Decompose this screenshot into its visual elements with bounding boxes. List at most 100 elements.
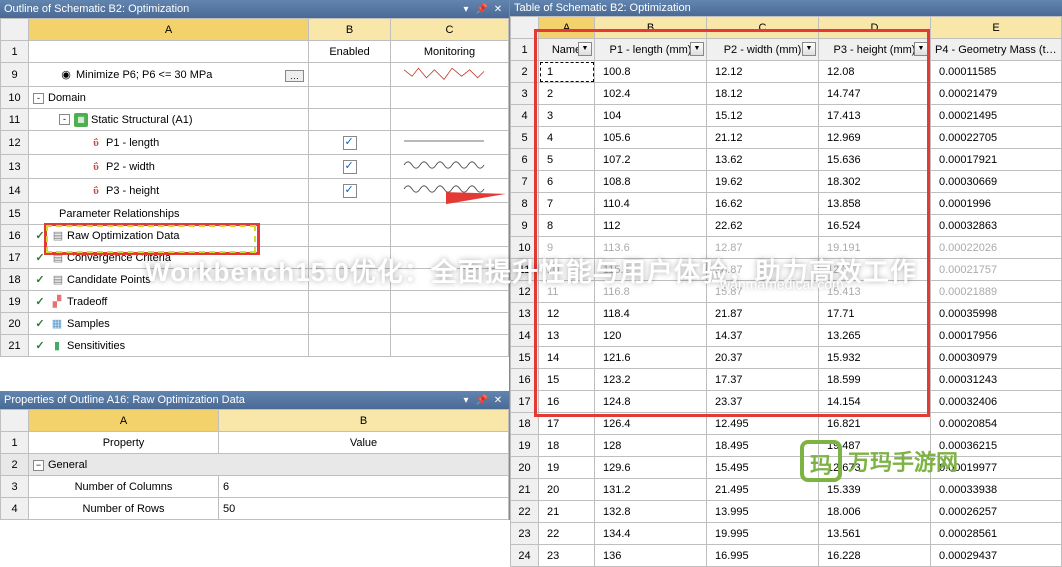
cell-name[interactable]: 1: [539, 61, 595, 83]
filter-icon[interactable]: ▼: [802, 42, 816, 56]
outline-cell[interactable]: ✓▦Samples: [29, 313, 309, 335]
cell-p2[interactable]: 22.62: [707, 215, 819, 237]
table-row[interactable]: 65107.213.6215.6360.00017921: [511, 149, 1062, 171]
checkbox[interactable]: [343, 184, 357, 198]
cell-p4[interactable]: 0.00032406: [931, 391, 1062, 413]
cell-p4[interactable]: 0.00011585: [931, 61, 1062, 83]
col-B[interactable]: B: [309, 19, 391, 41]
cell-p1[interactable]: 113.6: [595, 237, 707, 259]
cell-p3[interactable]: 18.599: [819, 369, 931, 391]
cell-p2[interactable]: 12.87: [707, 237, 819, 259]
outline-row[interactable]: 14ΰP3 - height: [1, 179, 509, 203]
cell-p3[interactable]: 12.969: [819, 127, 931, 149]
outline-row[interactable]: 15Parameter Relationships: [1, 203, 509, 225]
cell-p3[interactable]: 15.636: [819, 149, 931, 171]
outline-cell[interactable]: -▦Static Structural (A1): [29, 109, 309, 131]
collapse-icon[interactable]: −: [33, 460, 44, 471]
enabled-cell[interactable]: [309, 109, 391, 131]
outline-row[interactable]: 17✓▤Convergence Criteria: [1, 247, 509, 269]
header-p2[interactable]: P2 - width (mm)▼: [707, 39, 819, 61]
cell-p2[interactable]: 19.62: [707, 171, 819, 193]
cell-p2[interactable]: 12.12: [707, 61, 819, 83]
cell-name[interactable]: 11: [539, 281, 595, 303]
header-p1[interactable]: P1 - length (mm)▼: [595, 39, 707, 61]
cell-p4[interactable]: 0.00019977: [931, 457, 1062, 479]
cell-p2[interactable]: 20.37: [707, 347, 819, 369]
cell-p1[interactable]: 121.6: [595, 347, 707, 369]
cell-p1[interactable]: 134.4: [595, 523, 707, 545]
cell-name[interactable]: 5: [539, 149, 595, 171]
cell-p1[interactable]: 116.8: [595, 281, 707, 303]
cell-p4[interactable]: 0.00030669: [931, 171, 1062, 193]
cell-p1[interactable]: 124.8: [595, 391, 707, 413]
table-row[interactable]: 2019129.615.49512.6730.00019977: [511, 457, 1062, 479]
cell-p2[interactable]: 12.495: [707, 413, 819, 435]
properties-dropdown-icon[interactable]: ▾: [459, 393, 473, 407]
cell-p3[interactable]: 19.191: [819, 237, 931, 259]
table-row[interactable]: 141312014.3713.2650.00017956: [511, 325, 1062, 347]
general-group-row[interactable]: 2 −General: [1, 454, 509, 476]
outline-cell[interactable]: -Domain: [29, 87, 309, 109]
cell-p4[interactable]: 0.00020854: [931, 413, 1062, 435]
table-row[interactable]: 1211116.815.8715.4130.00021889: [511, 281, 1062, 303]
cell-name[interactable]: 15: [539, 369, 595, 391]
enabled-cell[interactable]: [309, 247, 391, 269]
cell-p3[interactable]: 12.673: [819, 457, 931, 479]
cell-p4[interactable]: 0.00021757: [931, 259, 1062, 281]
cell-name[interactable]: 14: [539, 347, 595, 369]
cell-p3[interactable]: 13.858: [819, 193, 931, 215]
tree-toggle-icon[interactable]: -: [33, 93, 44, 104]
property-value[interactable]: 6: [219, 476, 509, 498]
outline-row[interactable]: 12ΰP1 - length: [1, 131, 509, 155]
header-p3[interactable]: P3 - height (mm)▼: [819, 39, 931, 61]
table-row[interactable]: 1312118.421.8717.710.00035998: [511, 303, 1062, 325]
outline-row[interactable]: 19✓▞Tradeoff: [1, 291, 509, 313]
cell-name[interactable]: 21: [539, 501, 595, 523]
cell-p1[interactable]: 131.2: [595, 479, 707, 501]
outline-cell[interactable]: ✓▤Raw Optimization Data: [29, 225, 309, 247]
enabled-cell[interactable]: [309, 179, 391, 203]
outline-close-icon[interactable]: ✕: [491, 2, 505, 16]
table-row[interactable]: 21100.812.1212.080.00011585: [511, 61, 1062, 83]
cell-name[interactable]: 4: [539, 127, 595, 149]
dcol-E[interactable]: E: [931, 17, 1062, 39]
cell-p4[interactable]: 0.00028561: [931, 523, 1062, 545]
cell-p3[interactable]: 18.302: [819, 171, 931, 193]
cell-p3[interactable]: 17.413: [819, 105, 931, 127]
monitoring-cell[interactable]: [391, 131, 509, 155]
outline-cell[interactable]: ✓▤Convergence Criteria: [29, 247, 309, 269]
monitoring-cell[interactable]: [391, 155, 509, 179]
cell-name[interactable]: 17: [539, 413, 595, 435]
cell-p4[interactable]: 0.00017956: [931, 325, 1062, 347]
cell-p2[interactable]: 21.87: [707, 303, 819, 325]
cell-p2[interactable]: 19.995: [707, 523, 819, 545]
dcol-D[interactable]: D: [819, 17, 931, 39]
cell-p1[interactable]: 120: [595, 325, 707, 347]
cell-p1[interactable]: 129.6: [595, 457, 707, 479]
properties-pin-icon[interactable]: 📌: [475, 393, 489, 407]
outline-pin-icon[interactable]: 📌: [475, 2, 489, 16]
cell-p3[interactable]: 19.487: [819, 435, 931, 457]
cell-p4[interactable]: 0.00021495: [931, 105, 1062, 127]
outline-row[interactable]: 9◉Minimize P6; P6 <= 30 MPa…: [1, 63, 509, 87]
monitoring-cell[interactable]: [391, 291, 509, 313]
table-row[interactable]: 242313616.99516.2280.00029437: [511, 545, 1062, 567]
outline-cell[interactable]: ΰP3 - height: [29, 179, 309, 203]
outline-cell[interactable]: ΰP1 - length: [29, 131, 309, 155]
cell-name[interactable]: 20: [539, 479, 595, 501]
table-row[interactable]: 1716124.823.3714.1540.00032406: [511, 391, 1062, 413]
cell-p4[interactable]: 0.00022026: [931, 237, 1062, 259]
monitoring-cell[interactable]: [391, 63, 509, 87]
dcol-A[interactable]: A: [539, 17, 595, 39]
outline-cell[interactable]: ΰP2 - width: [29, 155, 309, 179]
cell-p3[interactable]: 15.932: [819, 347, 931, 369]
enabled-cell[interactable]: [309, 225, 391, 247]
cell-p1[interactable]: 118.4: [595, 303, 707, 325]
checkbox[interactable]: [343, 160, 357, 174]
cell-p4[interactable]: 0.00021479: [931, 83, 1062, 105]
cell-p2[interactable]: 15.12: [707, 105, 819, 127]
monitoring-cell[interactable]: [391, 225, 509, 247]
cell-p1[interactable]: 108.8: [595, 171, 707, 193]
cell-name[interactable]: 23: [539, 545, 595, 567]
cell-p3[interactable]: 14.154: [819, 391, 931, 413]
